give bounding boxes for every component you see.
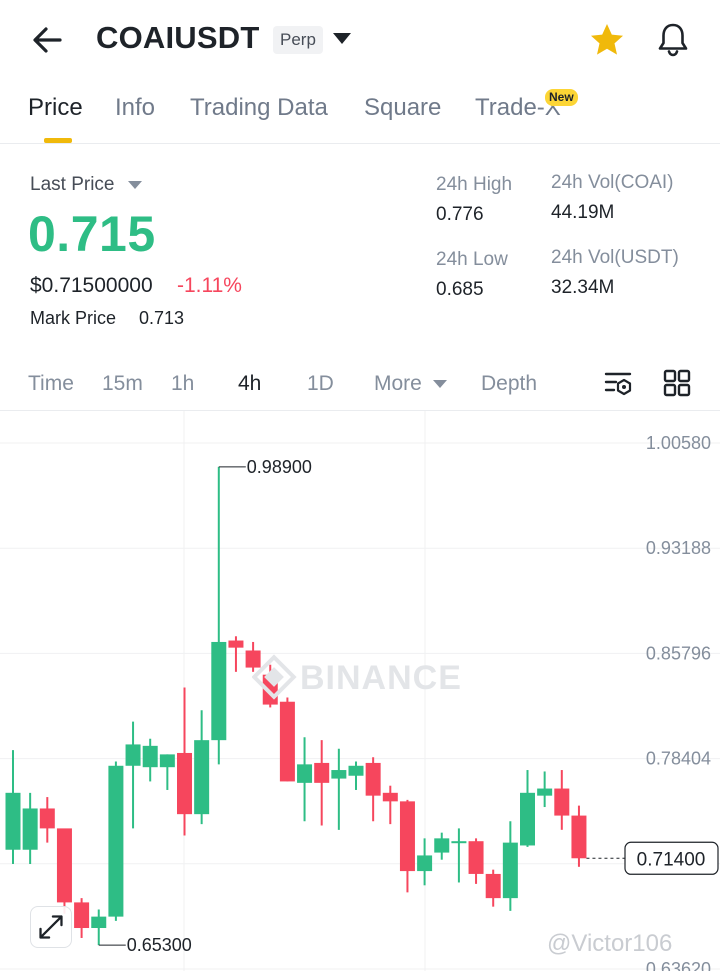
candle-body bbox=[5, 792, 21, 850]
indicator-settings-icon[interactable] bbox=[604, 368, 634, 398]
chevron-down-icon[interactable] bbox=[433, 380, 447, 388]
y-axis-label: 0.63620 bbox=[646, 959, 711, 971]
candle-body bbox=[520, 792, 535, 846]
candle-body bbox=[177, 752, 192, 815]
candle-body bbox=[468, 841, 484, 874]
candle-body bbox=[159, 754, 175, 768]
interval-15m[interactable]: 15m bbox=[102, 372, 143, 396]
low-24h-value: 0.685 bbox=[436, 279, 484, 300]
candle-body bbox=[537, 788, 553, 796]
vol-coai-label: 24h Vol(COAI) bbox=[551, 172, 674, 193]
current-price-label: 0.71400 bbox=[637, 849, 706, 870]
candle-body bbox=[194, 740, 210, 815]
candle-body bbox=[331, 770, 347, 779]
interval-time[interactable]: Time bbox=[28, 372, 74, 396]
new-badge: New bbox=[545, 89, 578, 106]
low-24h-label: 24h Low bbox=[436, 249, 508, 270]
binance-watermark: BINANCE bbox=[252, 654, 462, 700]
candle-body bbox=[297, 764, 313, 783]
candle-body bbox=[554, 788, 570, 816]
interval-1h[interactable]: 1h bbox=[171, 372, 194, 396]
mark-price-value: 0.713 bbox=[139, 308, 185, 328]
candle-body bbox=[451, 841, 467, 844]
candle-body bbox=[485, 873, 501, 899]
candle-body bbox=[56, 828, 72, 903]
contract-type-badge: Perp bbox=[273, 26, 323, 54]
candle-body bbox=[91, 916, 107, 929]
candle-body bbox=[108, 765, 124, 917]
last-price: 0.715 bbox=[28, 206, 156, 262]
app-header: COAIUSDT Perp bbox=[0, 0, 720, 80]
interval-1d[interactable]: 1D bbox=[307, 372, 334, 396]
vol-usdt-label: 24h Vol(USDT) bbox=[551, 247, 679, 268]
y-axis-label: 0.78404 bbox=[646, 749, 711, 769]
user-watermark: @Victor106 bbox=[547, 930, 673, 957]
y-axis-label: 1.00580 bbox=[646, 433, 711, 453]
grid-layout-icon[interactable] bbox=[662, 368, 692, 398]
tab-info[interactable]: Info bbox=[115, 94, 155, 122]
symbol-title[interactable]: COAIUSDT bbox=[96, 20, 260, 56]
candle-body bbox=[571, 815, 587, 859]
current-price-tag: 0.71400 bbox=[586, 841, 719, 875]
candle-body bbox=[228, 640, 244, 648]
candle-body bbox=[399, 801, 415, 872]
interval-more[interactable]: More bbox=[374, 372, 422, 396]
candle-body bbox=[434, 838, 450, 853]
y-axis-label: 0.85796 bbox=[646, 643, 711, 663]
usd-price: $0.71500000 bbox=[30, 274, 153, 297]
candle-body bbox=[314, 762, 330, 783]
candle-body bbox=[382, 792, 398, 802]
candles bbox=[5, 466, 587, 946]
candle-body bbox=[502, 842, 518, 899]
price-change-percent: -1.11% bbox=[177, 274, 242, 297]
candle-body bbox=[125, 744, 141, 766]
vol-coai-value: 44.19M bbox=[551, 202, 615, 223]
candle-body bbox=[365, 762, 381, 796]
tab-square[interactable]: Square bbox=[364, 94, 441, 122]
high-24h-value: 0.776 bbox=[436, 204, 484, 225]
candle-body bbox=[348, 765, 364, 776]
high-24h-label: 24h High bbox=[436, 174, 513, 195]
last-price-label[interactable]: Last Price bbox=[30, 174, 114, 196]
candle-body bbox=[211, 641, 227, 741]
y-axis-label: 0.93188 bbox=[646, 538, 711, 558]
chevron-down-icon[interactable] bbox=[128, 181, 142, 189]
tab-price[interactable]: Price bbox=[28, 94, 83, 122]
bell-icon[interactable] bbox=[654, 20, 692, 58]
chevron-down-icon[interactable] bbox=[333, 33, 351, 44]
expand-icon[interactable] bbox=[30, 906, 72, 948]
candle-body bbox=[142, 745, 158, 768]
y-axis-labels: 1.005800.931880.857960.784040.710120.636… bbox=[646, 433, 711, 971]
arrow-left-icon[interactable] bbox=[28, 22, 68, 58]
interval-depth[interactable]: Depth bbox=[481, 372, 537, 396]
candle-body bbox=[417, 855, 433, 872]
star-icon[interactable] bbox=[588, 22, 626, 58]
mark-price-label: Mark Price bbox=[30, 308, 117, 328]
active-tab-indicator bbox=[44, 138, 72, 143]
tab-bar: Price Info Trading Data Square Trade-X bbox=[0, 80, 720, 144]
interval-4h[interactable]: 4h bbox=[238, 372, 261, 396]
candle-body bbox=[39, 808, 55, 829]
tab-trading-data[interactable]: Trading Data bbox=[190, 94, 328, 122]
vol-usdt-value: 32.34M bbox=[551, 277, 615, 298]
high-marker-label: 0.98900 bbox=[247, 457, 312, 477]
candle-body bbox=[279, 701, 295, 782]
candle-body bbox=[22, 808, 38, 850]
watermark-text: BINANCE bbox=[300, 659, 462, 697]
candle-body bbox=[74, 902, 90, 929]
low-marker-label: 0.65300 bbox=[127, 935, 192, 955]
